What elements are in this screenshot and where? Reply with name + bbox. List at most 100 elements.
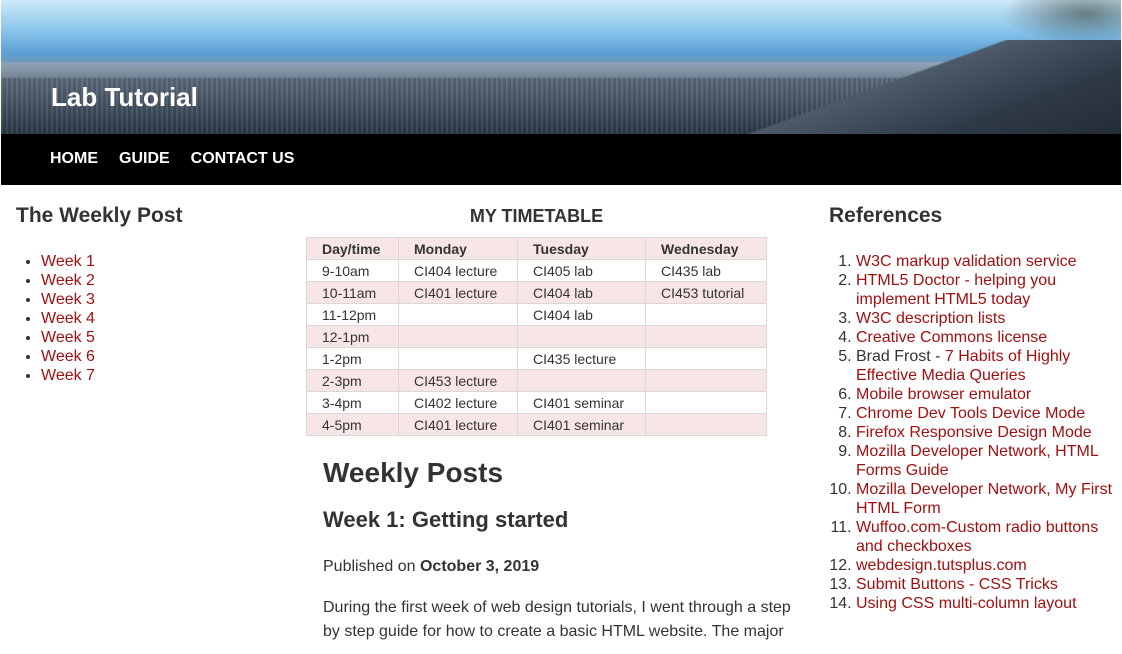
column-header: Day/time	[306, 237, 399, 260]
list-item: Mozilla Developer Network, My First HTML…	[856, 480, 1114, 518]
main-nav: HOME GUIDE CONTACT US	[1, 134, 1121, 185]
list-item: Firefox Responsive Design Mode	[856, 423, 1114, 442]
column-header: Tuesday	[517, 237, 646, 260]
table-row: 3-4pm CI402 lecture CI401 seminar	[306, 391, 767, 414]
table-cell: CI435 lecture	[517, 347, 646, 370]
ref-link[interactable]: Mozilla Developer Network, HTML Forms Gu…	[856, 443, 1098, 479]
table-row: 11-12pm CI404 lab	[306, 303, 767, 326]
ref-link[interactable]: W3C description lists	[856, 310, 1005, 327]
table-cell: 9-10am	[306, 259, 399, 282]
list-item: Week 6	[41, 347, 276, 366]
table-cell	[645, 413, 767, 436]
table-cell	[398, 303, 518, 326]
published-date: October 3, 2019	[419, 558, 540, 575]
week-6-link[interactable]: Week 6	[41, 348, 95, 365]
table-cell	[517, 325, 646, 348]
table-cell: CI453 lecture	[398, 369, 518, 392]
table-cell: 12-1pm	[306, 325, 399, 348]
weekly-post-sidebar: The Weekly Post Week 1 Week 2 Week 3 Wee…	[16, 204, 276, 385]
table-cell: CI401 lecture	[398, 413, 518, 436]
table-cell: CI435 lab	[645, 259, 767, 282]
ref-link[interactable]: HTML5 Doctor - helping you implement HTM…	[856, 272, 1056, 308]
table-cell: CI453 tutorial	[645, 281, 767, 304]
table-row: 12-1pm	[306, 325, 767, 348]
weekly-post-heading: The Weekly Post	[16, 204, 183, 227]
list-item: W3C description lists	[856, 309, 1114, 328]
table-cell: CI404 lab	[517, 281, 646, 304]
table-cell	[645, 303, 767, 326]
table-cell: CI401 seminar	[517, 413, 646, 436]
nav-guide[interactable]: GUIDE	[119, 150, 170, 167]
timetable: Day/time Monday Tuesday Wednesday 9-10am…	[306, 237, 767, 436]
table-row: 9-10am CI404 lecture CI405 lab CI435 lab	[306, 259, 767, 282]
nav-home[interactable]: HOME	[50, 150, 98, 167]
table-row: 1-2pm CI435 lecture	[306, 347, 767, 370]
table-cell: CI401 seminar	[517, 391, 646, 414]
list-item: Week 7	[41, 366, 276, 385]
week-3-link[interactable]: Week 3	[41, 291, 95, 308]
list-item: Brad Frost - 7 Habits of Highly Effectiv…	[856, 347, 1114, 385]
ref-link[interactable]: Creative Commons license	[856, 329, 1047, 346]
column-header: Monday	[398, 237, 518, 260]
ref-link[interactable]: Mozilla Developer Network, My First HTML…	[856, 481, 1112, 517]
week-5-link[interactable]: Week 5	[41, 329, 95, 346]
table-cell: 10-11am	[306, 281, 399, 304]
table-cell	[645, 369, 767, 392]
week-7-link[interactable]: Week 7	[41, 367, 95, 384]
timetable-title: MY TIMETABLE	[469, 206, 604, 226]
table-cell: CI404 lecture	[398, 259, 518, 282]
table-cell: 11-12pm	[306, 303, 399, 326]
table-cell: 3-4pm	[306, 391, 399, 414]
header-banner: Lab Tutorial	[1, 0, 1121, 134]
nav-contact-us[interactable]: CONTACT US	[191, 150, 295, 167]
table-cell	[517, 369, 646, 392]
column-header: Wednesday	[645, 237, 767, 260]
list-item: Week 1	[41, 252, 276, 271]
week-1-link[interactable]: Week 1	[41, 253, 95, 270]
published-prefix: Published on	[323, 558, 416, 575]
banner-ridge	[741, 40, 1121, 134]
table-cell	[398, 347, 518, 370]
list-item: Using CSS multi-column layout	[856, 594, 1114, 613]
week-4-link[interactable]: Week 4	[41, 310, 95, 327]
ref-link[interactable]: Mobile browser emulator	[856, 386, 1031, 403]
list-item: W3C markup validation service	[856, 252, 1114, 271]
site-title: Lab Tutorial	[51, 82, 198, 112]
list-item: Wuffoo.com-Custom radio buttons and chec…	[856, 518, 1114, 556]
ref-prefix: Brad Frost -	[856, 348, 945, 365]
table-cell: 2-3pm	[306, 369, 399, 392]
table-row: 10-11am CI401 lecture CI404 lab CI453 tu…	[306, 281, 767, 304]
banner-tree	[1001, 0, 1121, 45]
table-cell: 1-2pm	[306, 347, 399, 370]
table-cell: CI401 lecture	[398, 281, 518, 304]
table-cell: 4-5pm	[306, 413, 399, 436]
weekly-posts-section: Weekly Posts Week 1: Getting started Pub…	[323, 456, 796, 644]
references-sidebar: References W3C markup validation service…	[829, 204, 1114, 613]
list-item: Week 3	[41, 290, 276, 309]
ref-link[interactable]: Submit Buttons - CSS Tricks	[856, 576, 1058, 593]
weekly-posts-heading: Weekly Posts	[323, 457, 504, 488]
references-heading: References	[829, 204, 943, 227]
table-cell	[645, 347, 767, 370]
week-2-link[interactable]: Week 2	[41, 272, 95, 289]
references-list: W3C markup validation service HTML5 Doct…	[829, 252, 1114, 613]
published-line: Published on October 3, 2019	[323, 558, 796, 576]
list-item: Creative Commons license	[856, 328, 1114, 347]
ref-link[interactable]: Using CSS multi-column layout	[856, 595, 1077, 612]
ref-link[interactable]: Wuffoo.com-Custom radio buttons and chec…	[856, 519, 1098, 555]
ref-link[interactable]: Firefox Responsive Design Mode	[856, 424, 1092, 441]
list-item: Mozilla Developer Network, HTML Forms Gu…	[856, 442, 1114, 480]
ref-link[interactable]: W3C markup validation service	[856, 253, 1077, 270]
table-cell: CI404 lab	[517, 303, 646, 326]
table-cell	[398, 325, 518, 348]
list-item: Week 2	[41, 271, 276, 290]
list-item: Week 4	[41, 309, 276, 328]
post-title: Week 1: Getting started	[323, 507, 569, 532]
list-item: Mobile browser emulator	[856, 385, 1114, 404]
week-list: Week 1 Week 2 Week 3 Week 4 Week 5 Week …	[16, 252, 276, 385]
list-item: Chrome Dev Tools Device Mode	[856, 404, 1114, 423]
table-cell	[645, 391, 767, 414]
table-cell	[645, 325, 767, 348]
ref-link[interactable]: webdesign.tutsplus.com	[856, 557, 1027, 574]
ref-link[interactable]: Chrome Dev Tools Device Mode	[856, 405, 1085, 422]
